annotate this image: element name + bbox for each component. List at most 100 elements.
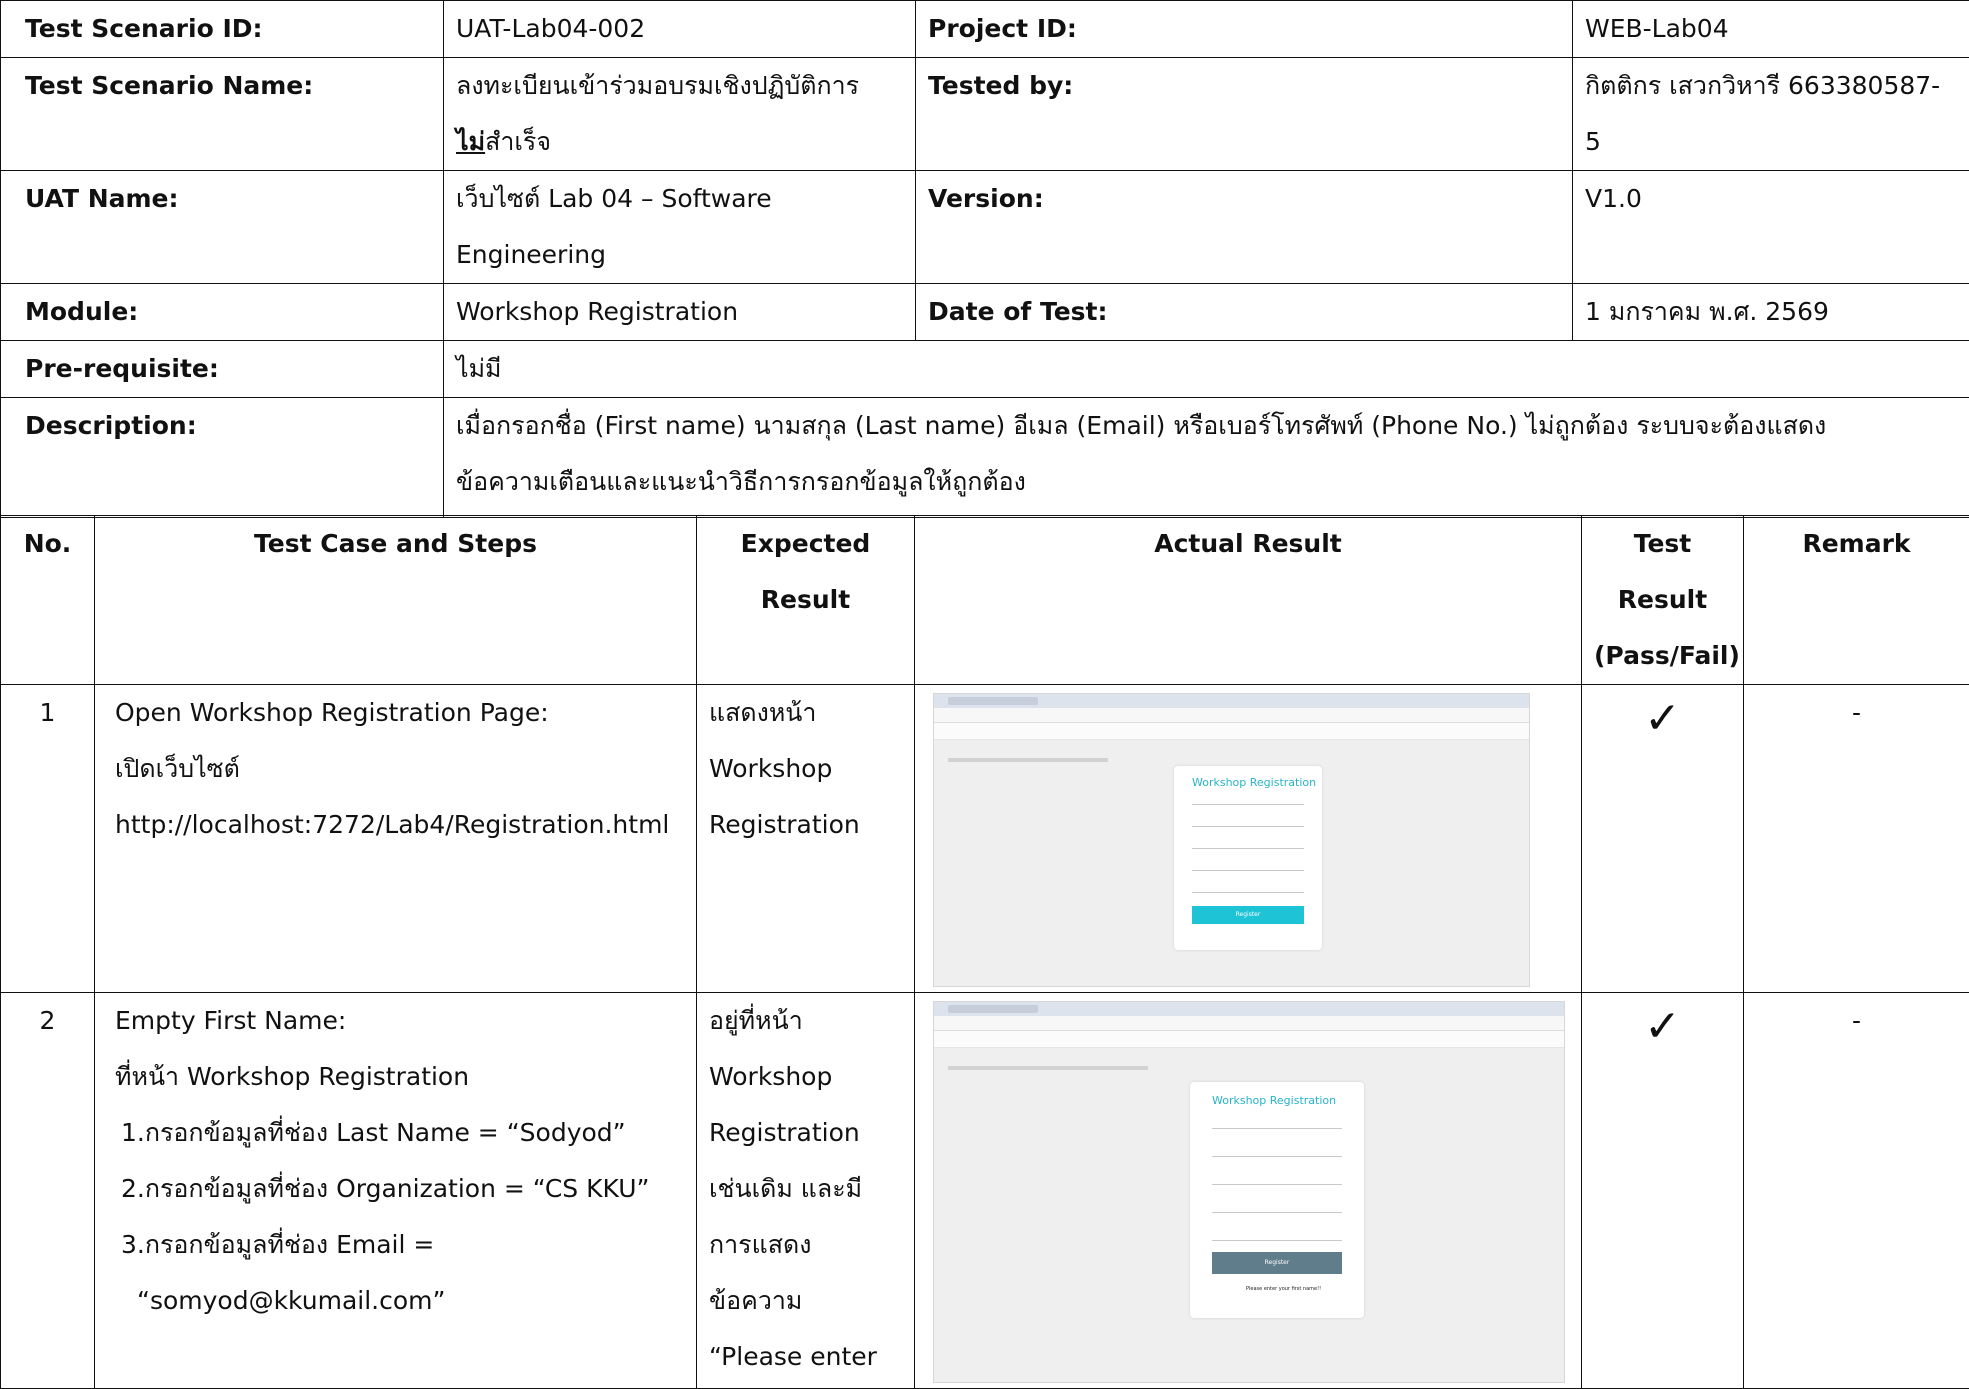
browser-tab (948, 1005, 1038, 1013)
phone-field (1192, 892, 1304, 893)
tested-by-label: Tested by: (916, 58, 1573, 171)
expected-line: Registration (709, 1105, 902, 1161)
tested-by-line2: 5 (1585, 114, 1957, 170)
step-line: 1.กรอกข้อมูลที่ช่อง Last Name = “Sodyod” (107, 1105, 684, 1161)
step-line: http://localhost:7272/Lab4/Registration.… (107, 797, 684, 853)
test-scenario-name-line2: ไม่สำเร็จ (456, 114, 903, 170)
case-steps: Open Workshop Registration Page: เปิดเว็… (95, 685, 697, 993)
uat-document: Test Scenario ID: UAT-Lab04-002 Project … (0, 0, 1969, 1377)
last-name-field (1212, 1156, 1342, 1157)
browser-infobar (934, 723, 1529, 740)
test-scenario-name-rest: สำเร็จ (485, 127, 551, 156)
browser-addressbar (934, 1016, 1564, 1031)
expected-line: ข้อความ (709, 1273, 902, 1329)
table-row: 1 Open Workshop Registration Page: เปิดเ… (1, 685, 1969, 993)
description-line1: เมื่อกรอกชื่อ (First name) นามสกุล (Last… (456, 398, 1957, 454)
case-test-result: ✓ (1582, 993, 1744, 1389)
prereq-label: Pre-requisite: (1, 341, 444, 398)
prereq: ไม่มี (444, 341, 1969, 398)
case-actual: Workshop Registration Register Please en… (915, 993, 1582, 1389)
case-expected: อยู่ที่หน้า Workshop Registration เช่นเด… (697, 993, 915, 1389)
info-text (948, 1066, 1148, 1070)
version: V1.0 (1573, 171, 1969, 284)
uat-name: เว็บไซต์ Lab 04 – Software Engineering (444, 171, 916, 284)
email-field (1192, 870, 1304, 871)
case-expected: แสดงหน้า Workshop Registration (697, 685, 915, 993)
screenshot-registration-page: Workshop Registration Register (933, 693, 1530, 987)
browser-tab (948, 697, 1038, 705)
info-text (948, 758, 1108, 762)
first-name-field (1192, 804, 1304, 805)
col-header-expected-line2: Result (709, 572, 902, 628)
expected-line: แสดงหน้า (709, 685, 902, 741)
project-id: WEB-Lab04 (1573, 1, 1969, 58)
case-test-result: ✓ (1582, 685, 1744, 993)
expected-line: อยู่ที่หน้า (709, 993, 902, 1049)
date-label: Date of Test: (916, 284, 1573, 341)
date: 1 มกราคม พ.ศ. 2569 (1573, 284, 1969, 341)
registration-card: Workshop Registration Register Please en… (1190, 1082, 1364, 1318)
case-no: 1 (1, 685, 95, 993)
description-label: Description: (1, 398, 444, 518)
expected-line: การแสดง (709, 1217, 902, 1273)
col-header-expected-line1: Expected (709, 516, 902, 572)
browser-tabbar (934, 694, 1529, 708)
test-scenario-name-bold: ไม่ (456, 127, 485, 156)
module-label: Module: (1, 284, 444, 341)
test-scenario-name-line1: ลงทะเบียนเข้าร่วมอบรมเชิงปฏิบัติการ (456, 58, 903, 114)
expected-line: Registration (709, 797, 902, 853)
col-header-steps: Test Case and Steps (95, 516, 697, 685)
expected-line: เช่นเดิม และมี (709, 1161, 902, 1217)
expected-line: Workshop (709, 741, 902, 797)
col-header-test-line3: (Pass/Fail) (1594, 628, 1731, 684)
uat-name-label: UAT Name: (1, 171, 444, 284)
register-button: Register (1212, 1252, 1342, 1274)
col-header-test-line2: Result (1594, 572, 1731, 628)
case-remark: - (1744, 993, 1969, 1389)
step-line: “somyod@kkumail.com” (107, 1273, 684, 1329)
project-id-label: Project ID: (916, 1, 1573, 58)
first-name-field (1212, 1128, 1342, 1129)
test-scenario-id: UAT-Lab04-002 (444, 1, 916, 58)
browser-tabbar (934, 1002, 1564, 1016)
test-scenario-id-label: Test Scenario ID: (1, 1, 444, 58)
registration-card: Workshop Registration Register (1174, 766, 1322, 950)
organization-field (1192, 848, 1304, 849)
step-line: 2.กรอกข้อมูลที่ช่อง Organization = “CS K… (107, 1161, 684, 1217)
table-row: 2 Empty First Name: ที่หน้า Workshop Reg… (1, 993, 1969, 1389)
case-remark: - (1744, 685, 1969, 993)
col-header-no: No. (1, 516, 95, 685)
registration-title: Workshop Registration (1212, 1094, 1336, 1108)
case-actual: Workshop Registration Register (915, 685, 1582, 993)
col-header-actual: Actual Result (915, 516, 1582, 685)
tested-by: กิตติกร เสวกวิหารี 663380587- 5 (1573, 58, 1969, 171)
error-message: Please enter your first name!! (1246, 1286, 1321, 1292)
last-name-field (1192, 826, 1304, 827)
step-line: Open Workshop Registration Page: (107, 685, 684, 741)
step-line: 3.กรอกข้อมูลที่ช่อง Email = (107, 1217, 684, 1273)
email-field (1212, 1212, 1342, 1213)
case-no: 2 (1, 993, 95, 1389)
col-header-expected: Expected Result (697, 516, 915, 685)
step-line: Empty First Name: (107, 993, 684, 1049)
tested-by-line1: กิตติกร เสวกวิหารี 663380587- (1585, 58, 1957, 114)
screenshot-empty-first-name: Workshop Registration Register Please en… (933, 1001, 1565, 1383)
test-scenario-name: ลงทะเบียนเข้าร่วมอบรมเชิงปฏิบัติการ ไม่ส… (444, 58, 916, 171)
module: Workshop Registration (444, 284, 916, 341)
test-case-table: No. Test Case and Steps Expected Result … (0, 515, 1969, 1389)
step-line: เปิดเว็บไซต์ (107, 741, 684, 797)
version-label: Version: (916, 171, 1573, 284)
uat-name-line2: Engineering (456, 227, 903, 283)
description-line2: ข้อความเตือนและแนะนำวิธีการกรอกข้อมูลให้… (456, 454, 1957, 510)
case-steps: Empty First Name: ที่หน้า Workshop Regis… (95, 993, 697, 1389)
expected-line: Workshop (709, 1049, 902, 1105)
col-header-test-result: Test Result (Pass/Fail) (1582, 516, 1744, 685)
col-header-remark: Remark (1744, 516, 1969, 685)
uat-name-line1: เว็บไซต์ Lab 04 – Software (456, 171, 903, 227)
check-mark-icon: ✓ (1594, 999, 1731, 1055)
col-header-test-line1: Test (1594, 516, 1731, 572)
organization-field (1212, 1184, 1342, 1185)
register-button: Register (1192, 906, 1304, 924)
check-mark-icon: ✓ (1594, 691, 1731, 747)
browser-addressbar (934, 708, 1529, 723)
